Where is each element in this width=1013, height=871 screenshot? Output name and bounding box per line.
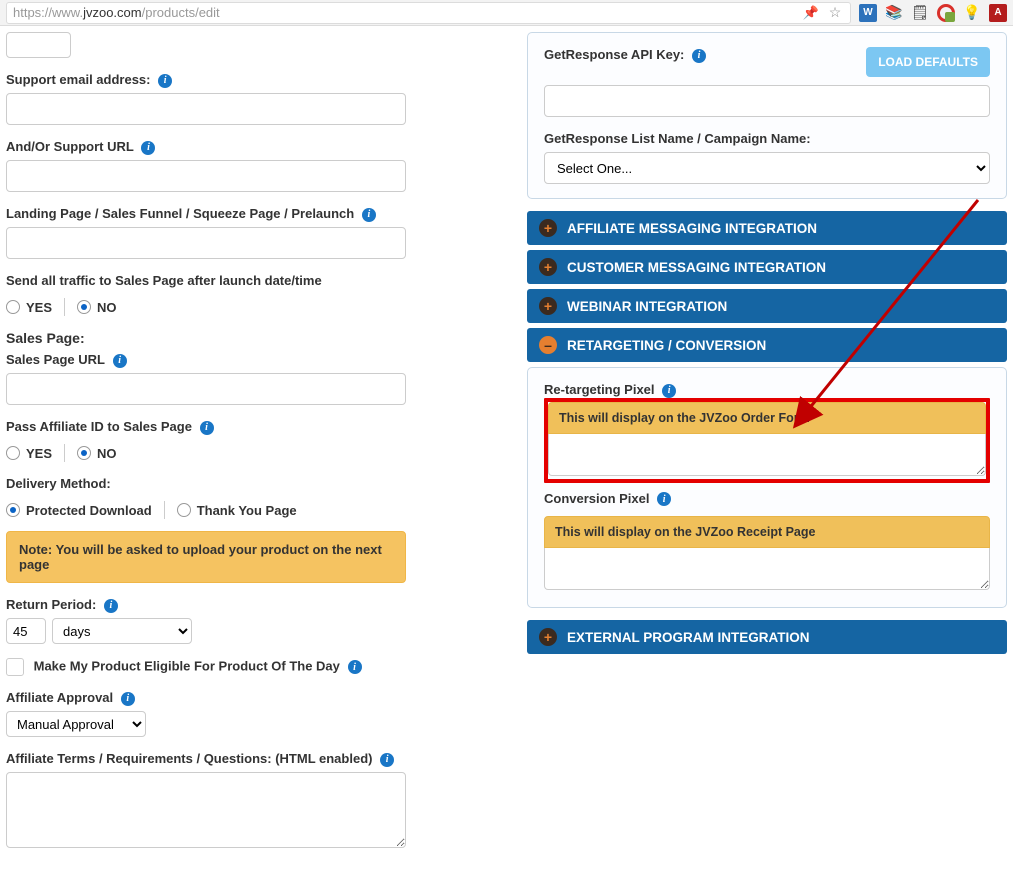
pass-affiliate-radio-group: YES NO — [6, 444, 406, 462]
info-icon[interactable]: i — [113, 354, 127, 368]
browser-chrome: https://www.jvzoo.com/products/edit 📌 ☆ … — [0, 0, 1013, 26]
affiliate-approval-select[interactable]: Manual Approval — [6, 711, 146, 737]
section-title: CUSTOMER MESSAGING INTEGRATION — [567, 260, 826, 275]
retarget-pixel-note: This will display on the JVZoo Order For… — [548, 402, 986, 434]
no-label: NO — [97, 300, 117, 315]
protected-download-radio[interactable]: Protected Download — [6, 503, 152, 518]
send-traffic-label: Send all traffic to Sales Page after lau… — [6, 273, 322, 288]
expand-icon: + — [539, 219, 557, 237]
section-title: EXTERNAL PROGRAM INTEGRATION — [567, 630, 810, 645]
support-email-input[interactable] — [6, 93, 406, 125]
info-icon[interactable]: i — [104, 599, 118, 613]
landing-page-input[interactable] — [6, 227, 406, 259]
gr-list-label: GetResponse List Name / Campaign Name: — [544, 131, 990, 146]
return-period-value[interactable] — [6, 618, 46, 644]
retargeting-section[interactable]: – RETARGETING / CONVERSION — [527, 328, 1007, 362]
info-icon[interactable]: i — [692, 49, 706, 63]
bulb-icon[interactable]: 💡 — [963, 4, 981, 22]
extension-w-icon[interactable]: W — [859, 4, 877, 22]
gr-key-label: GetResponse API Key: — [544, 47, 684, 62]
delivery-method-radio-group: Protected Download Thank You Page — [6, 501, 406, 519]
info-icon[interactable]: i — [200, 421, 214, 435]
sales-page-heading: Sales Page: — [6, 330, 406, 346]
upload-note: Note: You will be asked to upload your p… — [6, 531, 406, 583]
send-traffic-no-radio[interactable]: NO — [77, 300, 117, 315]
gr-list-select[interactable]: Select One... — [544, 152, 990, 184]
collapse-icon: – — [539, 336, 557, 354]
info-icon[interactable]: i — [380, 753, 394, 767]
thank-you-radio[interactable]: Thank You Page — [177, 503, 297, 518]
eligible-checkbox[interactable] — [6, 658, 24, 676]
info-icon[interactable]: i — [362, 208, 376, 222]
affiliate-terms-label: Affiliate Terms / Requirements / Questio… — [6, 751, 372, 766]
eligible-label: Make My Product Eligible For Product Of … — [34, 658, 340, 673]
highlight-annotation: This will display on the JVZoo Order For… — [544, 398, 990, 483]
yes-label: YES — [26, 300, 52, 315]
support-url-label: And/Or Support URL — [6, 139, 134, 154]
expand-icon: + — [539, 258, 557, 276]
top-small-field[interactable] — [6, 32, 71, 58]
info-icon[interactable]: i — [662, 384, 676, 398]
landing-page-label: Landing Page / Sales Funnel / Squeeze Pa… — [6, 206, 354, 221]
retarget-pixel-label: Re-targeting Pixel — [544, 382, 655, 397]
yes-label: YES — [26, 446, 52, 461]
radio-separator — [64, 298, 65, 316]
sales-url-label: Sales Page URL — [6, 352, 105, 367]
return-period-label: Return Period: — [6, 597, 96, 612]
affiliate-approval-label: Affiliate Approval — [6, 690, 113, 705]
left-column: Support email address: i And/Or Support … — [6, 32, 406, 851]
affiliate-messaging-section[interactable]: + AFFILIATE MESSAGING INTEGRATION — [527, 211, 1007, 245]
info-icon[interactable]: i — [141, 141, 155, 155]
conversion-pixel-label: Conversion Pixel — [544, 491, 649, 506]
support-email-label: Support email address: — [6, 72, 150, 87]
section-title: WEBINAR INTEGRATION — [567, 299, 727, 314]
return-period-unit-select[interactable]: days — [52, 618, 192, 644]
books-icon[interactable]: 📚 — [885, 4, 903, 22]
affiliate-terms-textarea[interactable] — [6, 772, 406, 848]
info-icon[interactable]: i — [158, 74, 172, 88]
send-traffic-radio-group: YES NO — [6, 298, 406, 316]
bookmark-star-icon[interactable]: ☆ — [826, 4, 844, 22]
expand-icon: + — [539, 297, 557, 315]
section-title: AFFILIATE MESSAGING INTEGRATION — [567, 221, 817, 236]
thank-you-label: Thank You Page — [197, 503, 297, 518]
retarget-pixel-textarea[interactable] — [548, 434, 986, 476]
pass-affiliate-label: Pass Affiliate ID to Sales Page — [6, 419, 192, 434]
no-label: NO — [97, 446, 117, 461]
note-icon[interactable]: 🗒 — [911, 4, 929, 22]
pin-icon[interactable]: 📌 — [802, 4, 820, 22]
info-icon[interactable]: i — [657, 492, 671, 506]
right-column: GetResponse API Key: i LOAD DEFAULTS Get… — [527, 32, 1007, 851]
webinar-section[interactable]: + WEBINAR INTEGRATION — [527, 289, 1007, 323]
conversion-pixel-note: This will display on the JVZoo Receipt P… — [544, 516, 990, 548]
protected-label: Protected Download — [26, 503, 152, 518]
conversion-pixel-textarea[interactable] — [544, 548, 990, 590]
opera-ext-icon[interactable] — [937, 4, 955, 22]
load-defaults-button[interactable]: LOAD DEFAULTS — [866, 47, 990, 77]
delivery-method-label: Delivery Method: — [6, 476, 111, 491]
getresponse-panel: GetResponse API Key: i LOAD DEFAULTS Get… — [527, 32, 1007, 199]
pass-affiliate-no-radio[interactable]: NO — [77, 446, 117, 461]
send-traffic-yes-radio[interactable]: YES — [6, 300, 52, 315]
gr-key-input[interactable] — [544, 85, 990, 117]
radio-separator — [164, 501, 165, 519]
info-icon[interactable]: i — [348, 660, 362, 674]
radio-separator — [64, 444, 65, 462]
retargeting-panel: Re-targeting Pixel i This will display o… — [527, 367, 1007, 608]
sales-url-input[interactable] — [6, 373, 406, 405]
customer-messaging-section[interactable]: + CUSTOMER MESSAGING INTEGRATION — [527, 250, 1007, 284]
pass-affiliate-yes-radio[interactable]: YES — [6, 446, 52, 461]
external-program-section[interactable]: + EXTERNAL PROGRAM INTEGRATION — [527, 620, 1007, 654]
support-url-input[interactable] — [6, 160, 406, 192]
address-bar[interactable]: https://www.jvzoo.com/products/edit 📌 ☆ — [6, 2, 851, 24]
info-icon[interactable]: i — [121, 692, 135, 706]
url-text: https://www.jvzoo.com/products/edit — [13, 5, 796, 20]
section-title: RETARGETING / CONVERSION — [567, 338, 766, 353]
pdf-icon[interactable]: A — [989, 4, 1007, 22]
extension-icons: W 📚 🗒 💡 A — [859, 4, 1007, 22]
expand-icon: + — [539, 628, 557, 646]
